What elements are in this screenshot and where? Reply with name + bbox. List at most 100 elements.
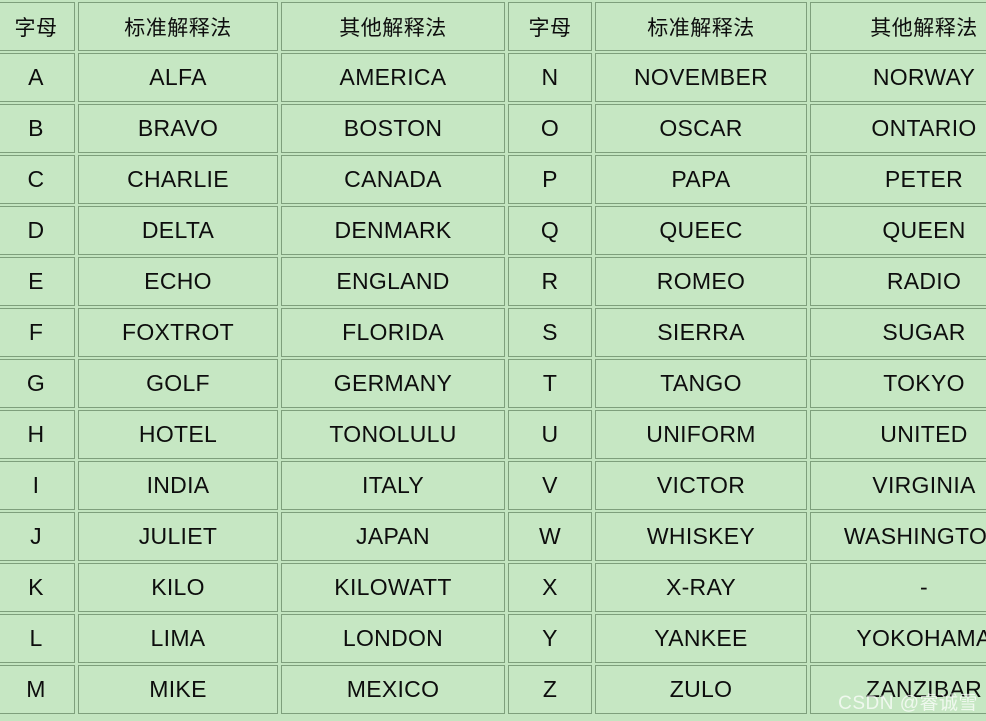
cell-standard-left: INDIA	[78, 461, 278, 510]
header-standard-left: 标准解释法	[78, 2, 278, 51]
table-row: D DELTA DENMARK Q QUEEC QUEEN	[0, 206, 986, 255]
cell-letter-right: O	[508, 104, 592, 153]
header-letter-left: 字母	[0, 2, 75, 51]
cell-standard-left: JULIET	[78, 512, 278, 561]
cell-letter-right: R	[508, 257, 592, 306]
header-letter-right: 字母	[508, 2, 592, 51]
cell-letter-right: N	[508, 53, 592, 102]
cell-other-left: AMERICA	[281, 53, 505, 102]
cell-other-left: ITALY	[281, 461, 505, 510]
phonetic-alphabet-table: 字母 标准解释法 其他解释法 字母 标准解释法 其他解释法 A ALFA AMERI…	[0, 0, 986, 716]
cell-standard-right: WHISKEY	[595, 512, 807, 561]
cell-standard-right: ROMEO	[595, 257, 807, 306]
cell-letter-left: H	[0, 410, 75, 459]
cell-other-right: RADIO	[810, 257, 986, 306]
cell-other-right: SUGAR	[810, 308, 986, 357]
table-row: A ALFA AMERICA N NOVEMBER NORWAY	[0, 53, 986, 102]
cell-standard-left: HOTEL	[78, 410, 278, 459]
table-row: C CHARLIE CANADA P PAPA PETER	[0, 155, 986, 204]
table-body: A ALFA AMERICA N NOVEMBER NORWAY B BRAVO BOSTON O…	[0, 53, 986, 714]
table-row: JJULIETJAPANWWHISKEYWASHINGTON	[0, 512, 986, 561]
cell-letter-right: V	[508, 461, 592, 510]
cell-other-left: KILOWATT	[281, 563, 505, 612]
cell-standard-left: LIMA	[78, 614, 278, 663]
cell-letter-right: X	[508, 563, 592, 612]
table-row: K KILO KILOWATT X X-RAY -	[0, 563, 986, 612]
cell-other-right: ONTARIO	[810, 104, 986, 153]
cell-letter-right: P	[508, 155, 592, 204]
cell-other-right: -	[810, 563, 986, 612]
cell-other-left: DENMARK	[281, 206, 505, 255]
table-row: H HOTEL TONOLULU U UNIFORM UNITED	[0, 410, 986, 459]
cell-letter-left: A	[0, 53, 75, 102]
cell-other-right: PETER	[810, 155, 986, 204]
cell-letter-right: U	[508, 410, 592, 459]
cell-standard-left: KILO	[78, 563, 278, 612]
cell-letter-right: Y	[508, 614, 592, 663]
cell-standard-right: VICTOR	[595, 461, 807, 510]
cell-standard-left: FOXTROT	[78, 308, 278, 357]
cell-other-right: NORWAY	[810, 53, 986, 102]
table-header: 字母 标准解释法 其他解释法 字母 标准解释法 其他解释法	[0, 2, 986, 51]
cell-letter-left: D	[0, 206, 75, 255]
cell-other-right: VIRGINIA	[810, 461, 986, 510]
header-other-right: 其他解释法	[810, 2, 986, 51]
cell-other-right: ZANZIBAR	[810, 665, 986, 714]
cell-standard-left: ALFA	[78, 53, 278, 102]
cell-letter-right: S	[508, 308, 592, 357]
cell-letter-left: L	[0, 614, 75, 663]
cell-other-left: FLORIDA	[281, 308, 505, 357]
table-row: B BRAVO BOSTON O OSCAR ONTARIO	[0, 104, 986, 153]
cell-letter-left: G	[0, 359, 75, 408]
cell-letter-right: T	[508, 359, 592, 408]
cell-other-left: GERMANY	[281, 359, 505, 408]
table-row: I INDIA ITALY V VICTOR VIRGINIA	[0, 461, 986, 510]
cell-letter-left: J	[0, 512, 75, 561]
header-row: 字母 标准解释法 其他解释法 字母 标准解释法 其他解释法	[0, 2, 986, 51]
cell-standard-left: ECHO	[78, 257, 278, 306]
cell-other-right: UNITED	[810, 410, 986, 459]
table-row: L LIMA LONDON Y YANKEE YOKOHAMA	[0, 614, 986, 663]
cell-letter-left: C	[0, 155, 75, 204]
cell-standard-right: OSCAR	[595, 104, 807, 153]
cell-standard-right: YANKEE	[595, 614, 807, 663]
cell-standard-right: ZULO	[595, 665, 807, 714]
table-row: E ECHO ENGLAND R ROMEO RADIO	[0, 257, 986, 306]
cell-standard-right: PAPA	[595, 155, 807, 204]
cell-standard-left: BRAVO	[78, 104, 278, 153]
cell-other-left: MEXICO	[281, 665, 505, 714]
cell-letter-left: I	[0, 461, 75, 510]
cell-letter-left: E	[0, 257, 75, 306]
cell-other-left: JAPAN	[281, 512, 505, 561]
cell-other-right: YOKOHAMA	[810, 614, 986, 663]
cell-standard-left: CHARLIE	[78, 155, 278, 204]
cell-standard-right: X-RAY	[595, 563, 807, 612]
table-row: F FOXTROT FLORIDA S SIERRA SUGAR	[0, 308, 986, 357]
table-row: M MIKE MEXICO Z ZULO ZANZIBAR	[0, 665, 986, 714]
phonetic-alphabet-page: 字母 标准解释法 其他解释法 字母 标准解释法 其他解释法 A ALFA AMERI…	[0, 0, 986, 721]
cell-standard-right: UNIFORM	[595, 410, 807, 459]
cell-standard-left: GOLF	[78, 359, 278, 408]
cell-letter-right: Q	[508, 206, 592, 255]
cell-standard-right: NOVEMBER	[595, 53, 807, 102]
cell-standard-left: DELTA	[78, 206, 278, 255]
cell-letter-left: B	[0, 104, 75, 153]
cell-other-left: CANADA	[281, 155, 505, 204]
cell-standard-right: SIERRA	[595, 308, 807, 357]
cell-standard-left: MIKE	[78, 665, 278, 714]
cell-other-left: ENGLAND	[281, 257, 505, 306]
cell-letter-right: Z	[508, 665, 592, 714]
header-standard-right: 标准解释法	[595, 2, 807, 51]
header-other-left: 其他解释法	[281, 2, 505, 51]
cell-other-right: QUEEN	[810, 206, 986, 255]
cell-letter-right: W	[508, 512, 592, 561]
cell-standard-right: QUEEC	[595, 206, 807, 255]
cell-other-left: LONDON	[281, 614, 505, 663]
table-row: G GOLF GERMANY T TANGO TOKYO	[0, 359, 986, 408]
table-scroll-region: 字母 标准解释法 其他解释法 字母 标准解释法 其他解释法 A ALFA AMERI…	[0, 0, 986, 721]
cell-other-left: TONOLULU	[281, 410, 505, 459]
cell-other-right: TOKYO	[810, 359, 986, 408]
cell-other-left: BOSTON	[281, 104, 505, 153]
cell-letter-left: F	[0, 308, 75, 357]
cell-other-right: WASHINGTON	[810, 512, 986, 561]
